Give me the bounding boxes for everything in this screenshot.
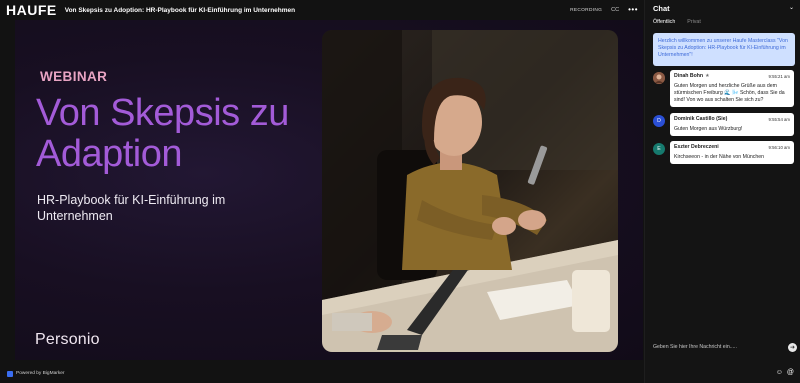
top-bar: HAUFE Von Skepsis zu Adoption: HR-Playbo… <box>0 0 644 20</box>
message-author: Dinah Bohn ★ <box>674 73 710 79</box>
message-text: Kirchseeon - in der Nähe von München <box>674 154 764 160</box>
message-card: Dinah Bohn ★ 9:55:21 am Guten Morgen und … <box>670 70 794 107</box>
bottom-bar: Powered by BigMarker <box>0 364 644 383</box>
avatar <box>653 72 665 84</box>
bigmarker-icon <box>7 370 13 377</box>
webinar-title: Von Skepsis zu Adoption: HR-Playbook für… <box>64 6 296 14</box>
tab-public[interactable]: Öffentlich <box>653 19 675 25</box>
slide-photo <box>322 30 618 352</box>
powered-by-link[interactable]: Powered by BigMarker <box>16 371 65 376</box>
welcome-message: Herzlich willkommen zu unserer Haufe Mas… <box>653 33 795 66</box>
emoji-icon[interactable]: ☺ <box>776 369 783 376</box>
user-photo-icon <box>653 72 665 84</box>
slide-subline: HR-Playbook für KI-Einführung im Unterne… <box>37 193 226 223</box>
message-text: Guten Morgen und herzliche Grüße aus dem… <box>674 83 785 103</box>
presentation-slide: WEBINAR Von Skepsis zu Adaption HR-Playb… <box>15 20 643 360</box>
mention-icon[interactable]: @ <box>787 369 794 376</box>
message-input-placeholder[interactable]: Geben Sie hier Ihre Nachricht ein..... <box>653 344 737 350</box>
slide-eyebrow: WEBINAR <box>40 69 108 84</box>
message-author: Dominik Castillo (Sie) <box>674 116 728 122</box>
haufe-logo: HAUFE <box>6 2 57 18</box>
avatar: D <box>653 115 665 127</box>
message-time: 9:55:21 am <box>768 73 791 79</box>
avatar: E <box>653 143 665 155</box>
webinar-app: HAUFE Von Skepsis zu Adoption: HR-Playbo… <box>0 0 800 383</box>
personio-logo: Personio <box>35 331 100 348</box>
chat-footer-actions: ☺ @ <box>776 369 794 376</box>
message-input[interactable]: Geben Sie hier Ihre Nachricht ein..... ➜ <box>653 341 797 353</box>
tab-private[interactable]: Privat <box>687 19 701 25</box>
message-time: 9:55:54 am <box>768 116 791 122</box>
chat-panel: Chat ⌄ Öffentlich Privat Herzlich willko… <box>644 0 800 383</box>
star-icon: ★ <box>705 73 710 79</box>
message-text: Guten Morgen aus Würzburg! <box>674 126 743 132</box>
message-time: 9:56:10 am <box>768 144 791 150</box>
presentation-stage: WEBINAR Von Skepsis zu Adaption HR-Playb… <box>15 20 643 360</box>
woman-at-desk-illustration <box>322 30 618 352</box>
closed-captions-button[interactable]: CC <box>611 7 619 13</box>
message-card: Eszter Debreczeni 9:56:10 am Kirchseeon … <box>670 141 794 164</box>
message-card: Dominik Castillo (Sie) 9:55:54 am Guten … <box>670 113 794 136</box>
chat-title: Chat <box>653 4 670 13</box>
recording-indicator: RECORDING <box>570 7 603 13</box>
slide-headline: Von Skepsis zu Adaption <box>36 92 289 175</box>
message-author: Eszter Debreczeni <box>674 144 719 150</box>
chat-tabs: Öffentlich Privat <box>653 19 701 25</box>
chevron-down-icon[interactable]: ⌄ <box>789 4 794 11</box>
send-icon[interactable]: ➜ <box>788 342 797 352</box>
top-bar-controls: RECORDING CC ••• <box>570 6 638 14</box>
more-options-icon[interactable]: ••• <box>628 6 638 14</box>
